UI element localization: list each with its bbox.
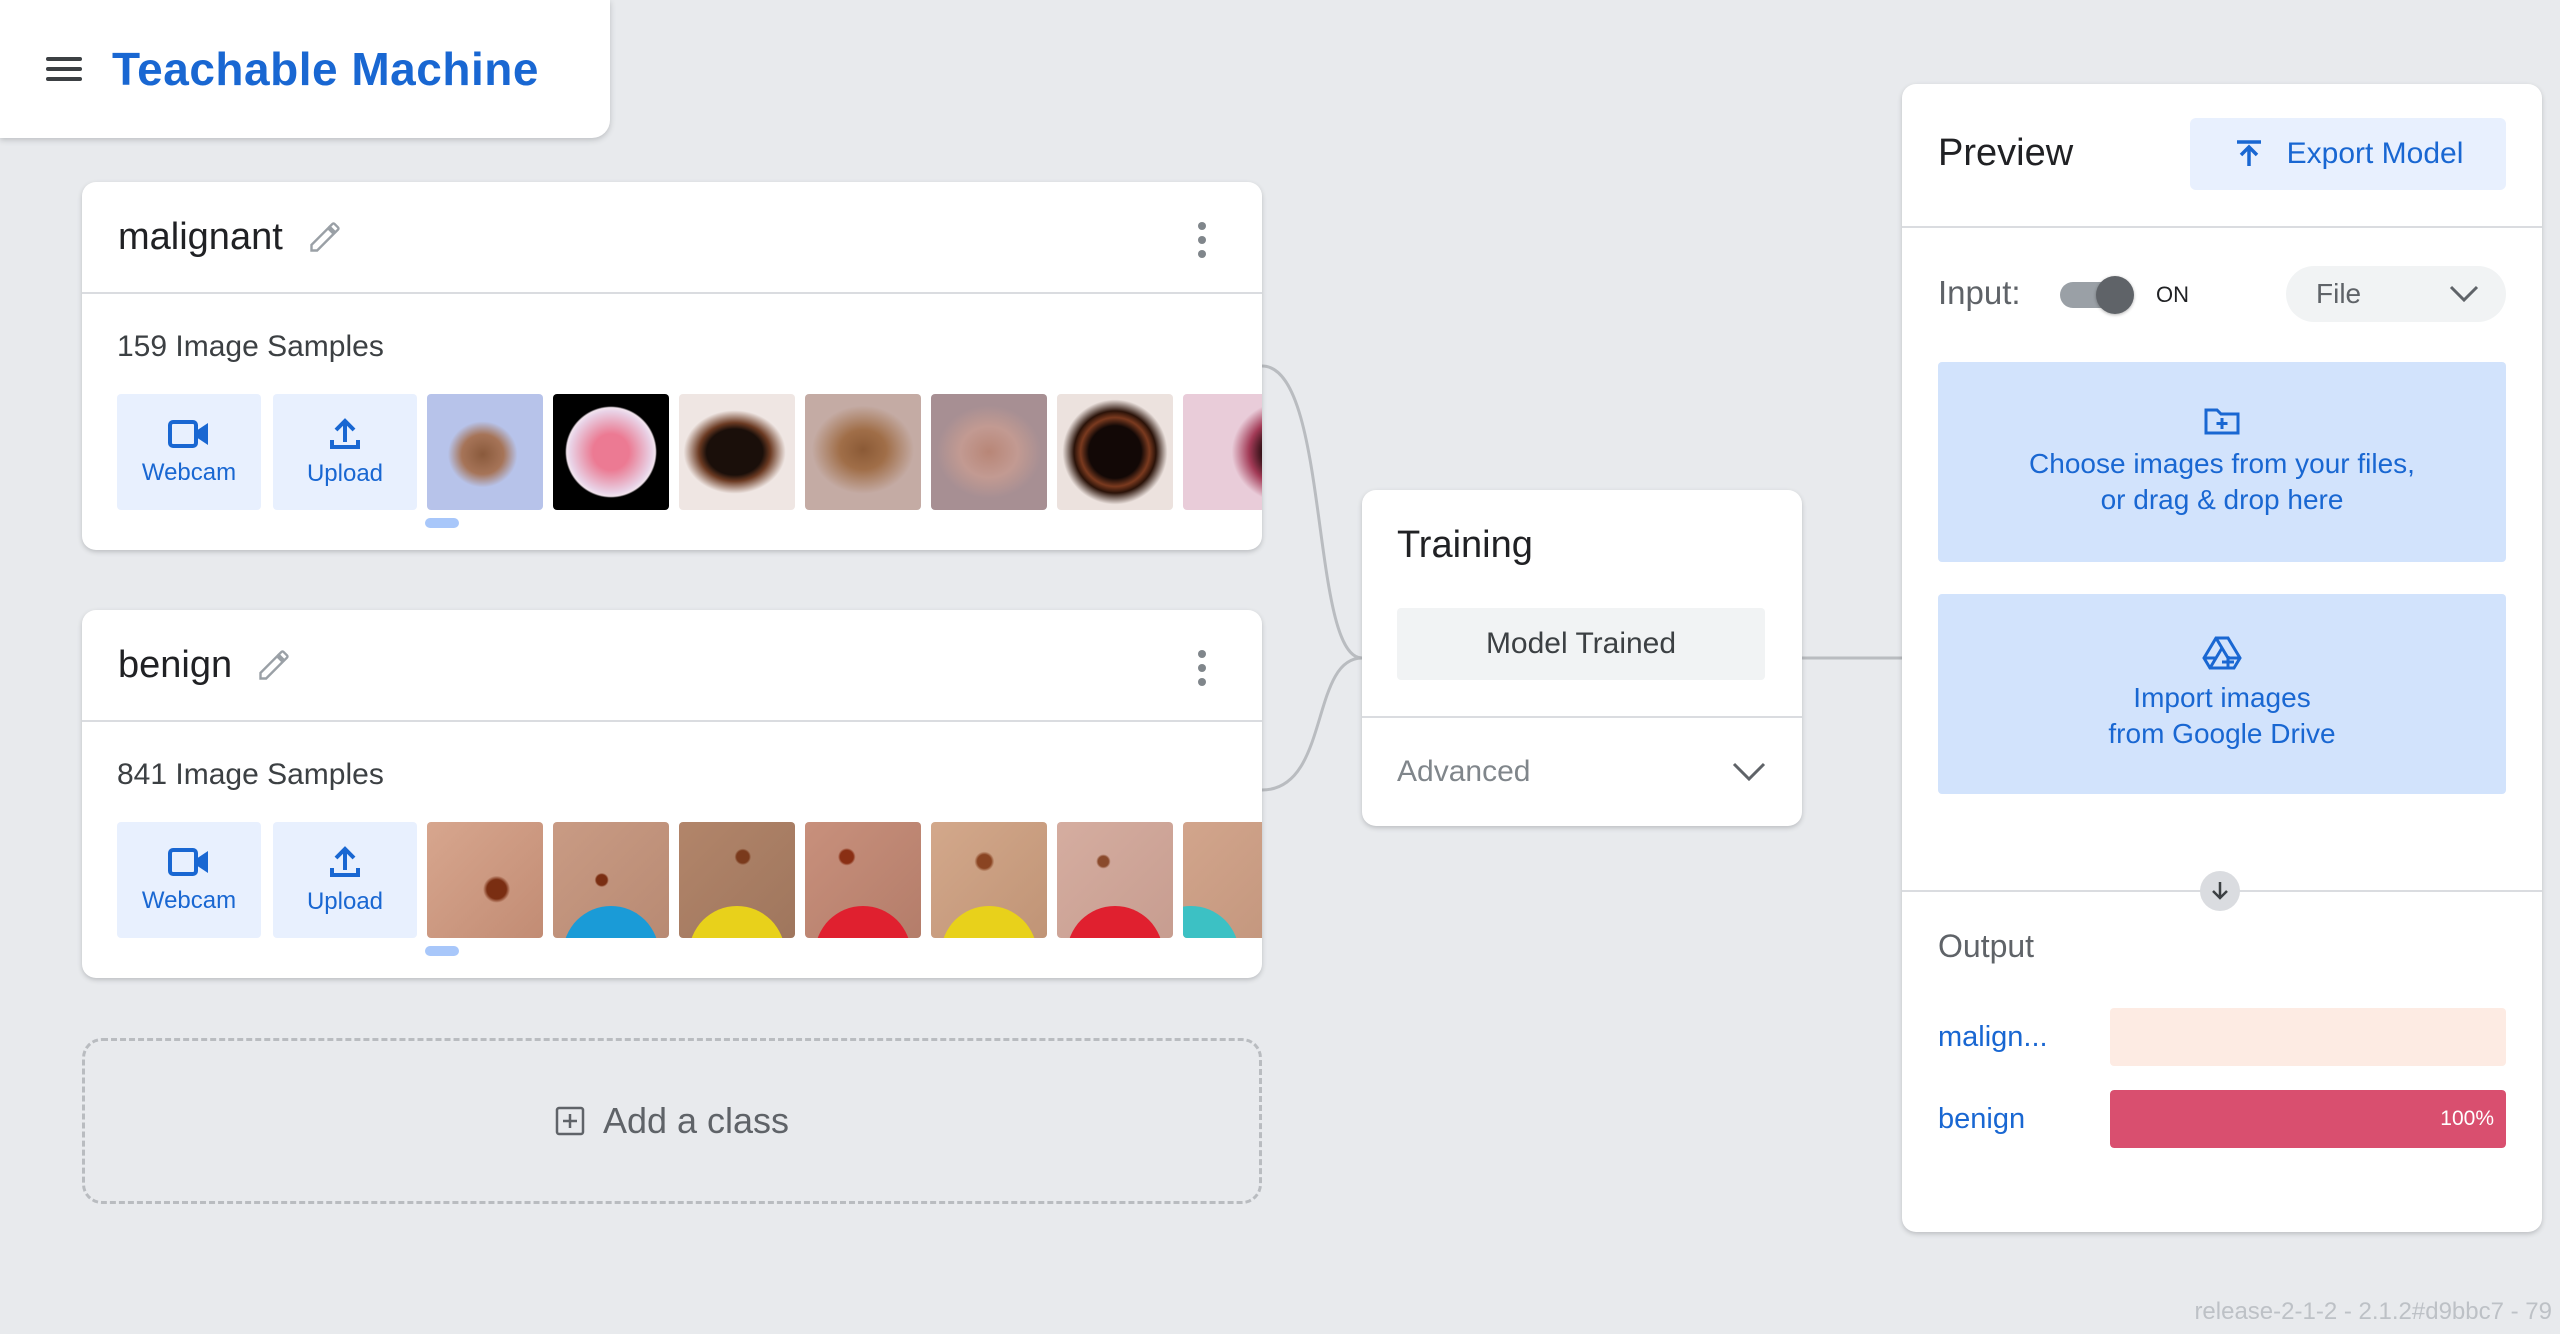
advanced-label: Advanced (1397, 755, 1531, 788)
google-drive-import[interactable]: Import images from Google Drive (1938, 594, 2506, 794)
release-version: release-2-1-2 - 2.1.2#d9bbc7 - 79 (2194, 1298, 2552, 1325)
input-toggle[interactable] (2060, 276, 2134, 314)
app-bar: Teachable Machine (0, 0, 610, 138)
class-header: benign (82, 610, 1262, 722)
upload-button[interactable]: Upload (273, 822, 417, 938)
class-header: malignant (82, 182, 1262, 294)
confidence-percent: 100% (2440, 1107, 2494, 1130)
train-model-button[interactable]: Model Trained (1397, 608, 1765, 680)
webcam-button[interactable]: Webcam (117, 822, 261, 938)
preview-title: Preview (1938, 132, 2074, 174)
sample-thumbnail[interactable] (1183, 822, 1262, 938)
sample-thumbnail[interactable] (805, 394, 921, 510)
sample-thumbnail[interactable] (931, 822, 1047, 938)
toggle-state-label: ON (2156, 282, 2189, 307)
output-label: benign (1938, 1102, 2026, 1135)
webcam-icon (168, 420, 208, 448)
output-title: Output (1938, 928, 2035, 964)
export-model-button[interactable]: Export Model (2190, 118, 2506, 190)
sample-thumbnail[interactable] (931, 394, 1047, 510)
upload-icon (330, 418, 360, 449)
sample-thumbnail[interactable] (427, 394, 543, 510)
upload-button[interactable]: Upload (273, 394, 417, 510)
more-options-icon[interactable] (1192, 220, 1212, 260)
folder-add-icon (2204, 408, 2240, 435)
upload-label: Upload (306, 460, 384, 487)
sample-row: Webcam Upload (117, 822, 1262, 938)
sample-thumbnail[interactable] (805, 822, 921, 938)
add-class-button[interactable]: Add a class (82, 1038, 1262, 1204)
scroll-indicator[interactable] (425, 518, 459, 528)
sample-thumbnail[interactable] (553, 394, 669, 510)
sample-thumbnail[interactable] (1057, 822, 1173, 938)
add-box-icon (555, 1106, 585, 1136)
sample-row: Webcam Upload (117, 394, 1262, 510)
sample-thumbnail[interactable] (553, 822, 669, 938)
webcam-label: Webcam (141, 887, 237, 914)
export-icon (2236, 140, 2261, 166)
confidence-bar (2110, 1008, 2506, 1066)
export-label: Export Model (2286, 137, 2464, 170)
class-card-malignant: malignant 159 Image Samples Webcam Uploa… (82, 182, 1262, 550)
output-row-malignant: malign... (1938, 1008, 2506, 1066)
samples-count: 841 Image Samples (117, 758, 384, 791)
file-drop-zone[interactable]: Choose images from your files, or drag &… (1938, 362, 2506, 562)
sample-thumbnail[interactable] (427, 822, 543, 938)
class-name[interactable]: benign (118, 644, 232, 687)
add-class-label: Add a class (602, 1100, 790, 1141)
sample-thumbnail[interactable] (679, 822, 795, 938)
input-label: Input: (1938, 274, 2021, 311)
sample-thumbnail[interactable] (1057, 394, 1173, 510)
file-drop-line1: Choose images from your files, (2029, 448, 2415, 479)
sample-thumbnail[interactable] (679, 394, 795, 510)
output-row-benign: benign 100% (1938, 1090, 2506, 1148)
divider (1902, 226, 2542, 228)
preview-panel: Preview Export Model Input: ON File Choo… (1902, 84, 2542, 1232)
webcam-icon (168, 848, 208, 876)
arrow-down-icon (2200, 871, 2240, 911)
chevron-down-icon (1732, 762, 1766, 782)
app-title[interactable]: Teachable Machine (112, 42, 539, 96)
google-drive-icon (2202, 636, 2242, 670)
training-title: Training (1397, 524, 1533, 566)
drive-line2: from Google Drive (2108, 718, 2336, 749)
chevron-down-icon (2449, 285, 2479, 303)
class-card-benign: benign 841 Image Samples Webcam Upload (82, 610, 1262, 978)
more-options-icon[interactable] (1192, 648, 1212, 688)
scroll-indicator[interactable] (425, 946, 459, 956)
drive-line1: Import images (2133, 682, 2311, 713)
training-card: Training Model Trained Advanced (1362, 490, 1802, 826)
input-source-value: File (2316, 278, 2362, 309)
class-name[interactable]: malignant (118, 216, 283, 259)
pencil-icon[interactable] (305, 217, 345, 257)
pencil-icon[interactable] (254, 645, 294, 685)
menu-icon[interactable] (44, 53, 84, 85)
webcam-button[interactable]: Webcam (117, 394, 261, 510)
confidence-bar: 100% (2110, 1090, 2506, 1148)
upload-label: Upload (306, 888, 384, 915)
upload-icon (330, 846, 360, 877)
webcam-label: Webcam (141, 459, 237, 486)
samples-count: 159 Image Samples (117, 330, 384, 363)
sample-thumbnail[interactable] (1183, 394, 1262, 510)
advanced-toggle[interactable]: Advanced (1397, 718, 1767, 826)
output-label: malign... (1938, 1020, 2048, 1053)
file-drop-line2: or drag & drop here (2100, 484, 2344, 515)
input-source-select[interactable]: File (2286, 266, 2506, 322)
